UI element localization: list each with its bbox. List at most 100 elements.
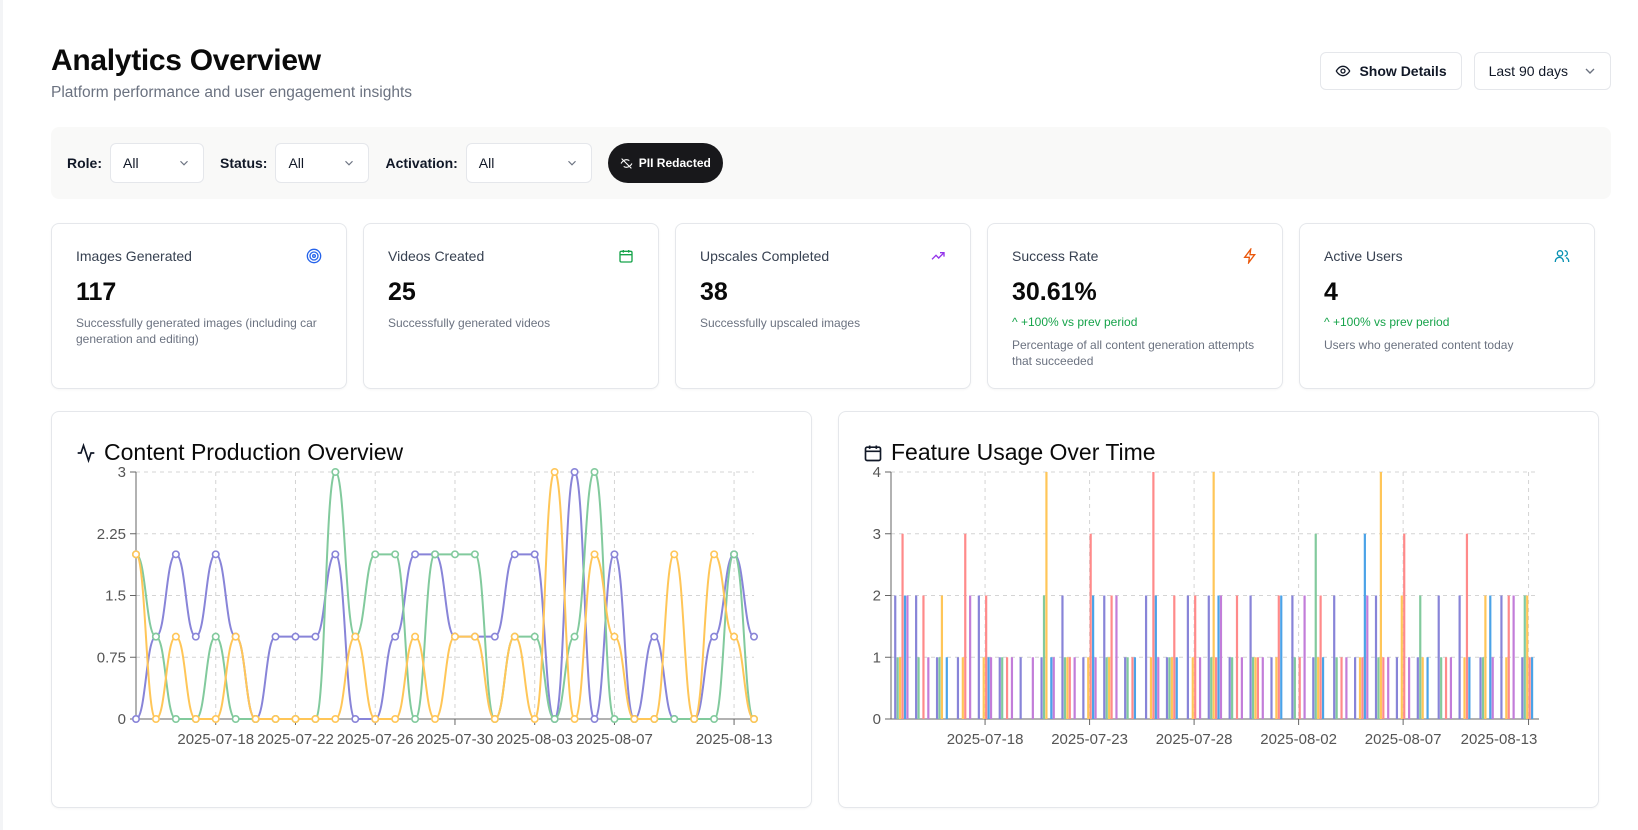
bar	[1042, 595, 1046, 719]
bar	[1374, 595, 1378, 719]
bar	[1261, 657, 1264, 719]
bar	[1154, 595, 1157, 719]
role-filter-select[interactable]: All	[110, 143, 204, 183]
bar	[1045, 472, 1048, 719]
bar	[1089, 533, 1092, 719]
bar	[1170, 657, 1173, 719]
bar	[1231, 657, 1234, 719]
data-point	[470, 632, 479, 641]
x-tick-label: 2025-07-18	[947, 731, 1024, 748]
data-point	[251, 714, 260, 723]
y-tick-label: 2	[873, 588, 881, 605]
bar	[1426, 657, 1429, 719]
bar	[1094, 657, 1097, 719]
bar	[917, 657, 920, 719]
data-point	[450, 632, 459, 641]
bar	[1400, 595, 1403, 719]
data-point	[590, 467, 599, 476]
bar	[1254, 657, 1257, 719]
bar	[938, 657, 941, 719]
eye-off-icon	[620, 157, 633, 169]
bar	[903, 595, 907, 719]
status-filter-select[interactable]: All	[275, 143, 370, 183]
eye-icon	[1336, 65, 1351, 77]
data-point	[710, 632, 719, 641]
bar	[1115, 595, 1118, 719]
data-point	[351, 714, 360, 723]
zap-icon	[1243, 248, 1256, 264]
activation-filter-label: Activation:	[385, 155, 458, 171]
bar	[1358, 657, 1362, 719]
bar	[1212, 472, 1215, 719]
bar	[1068, 657, 1071, 719]
stat-title: Active Users	[1324, 248, 1403, 264]
pii-redacted-toggle[interactable]: PII Redacted	[607, 143, 723, 183]
bar	[1335, 657, 1338, 719]
bar	[1395, 657, 1399, 719]
stat-card-images: Images Generated 117 Successfully genera…	[51, 223, 347, 389]
stat-card-active-users: Active Users 4 ^ +100% vs prev period Us…	[1299, 223, 1595, 389]
status-filter-value: All	[288, 155, 305, 171]
stat-description: Successfully generated videos	[388, 316, 551, 330]
data-point	[171, 550, 180, 559]
bar	[1505, 657, 1508, 719]
data-point	[550, 714, 559, 723]
activation-filter-select[interactable]: All	[465, 143, 592, 183]
data-point	[271, 714, 280, 723]
y-tick-label: 0	[118, 711, 126, 728]
activation-filter-value: All	[478, 155, 495, 171]
bar	[1126, 657, 1129, 719]
x-tick-label: 2025-07-18	[177, 731, 254, 748]
bar	[1361, 657, 1364, 719]
data-point	[590, 714, 599, 723]
users-icon	[1554, 250, 1570, 262]
bar	[1207, 595, 1210, 719]
bar	[989, 657, 993, 719]
bar	[1440, 657, 1443, 719]
bar	[1194, 595, 1197, 719]
date-range-select[interactable]: Last 90 days	[1473, 52, 1611, 90]
status-filter-label: Status:	[220, 155, 268, 171]
data-point	[510, 550, 519, 559]
bar	[1152, 472, 1155, 719]
bar	[1175, 657, 1178, 719]
bar	[1186, 595, 1189, 719]
pii-redacted-label: PII Redacted	[638, 156, 711, 170]
data-point	[650, 714, 659, 723]
data-point	[630, 714, 639, 723]
header-actions: Show Details Last 90 days	[1320, 52, 1611, 90]
data-point	[490, 714, 499, 723]
data-point	[411, 714, 420, 723]
bar	[1354, 657, 1357, 719]
bar	[1379, 472, 1382, 719]
stat-title: Success Rate	[1012, 248, 1099, 264]
show-details-button[interactable]: Show Details	[1320, 52, 1462, 90]
data-point	[191, 632, 200, 641]
bar	[1319, 595, 1322, 719]
data-point	[291, 714, 300, 723]
bar	[1500, 595, 1503, 719]
data-point	[171, 632, 180, 641]
bar	[1277, 595, 1280, 719]
bar	[1449, 657, 1453, 719]
data-point	[470, 550, 479, 559]
data-point	[391, 632, 400, 641]
data-point	[570, 714, 579, 723]
bar	[1157, 657, 1160, 719]
bar	[969, 595, 972, 719]
bar	[1317, 657, 1320, 719]
data-point	[749, 632, 758, 641]
bar	[1345, 657, 1348, 719]
stat-title: Images Generated	[76, 248, 192, 264]
bar	[896, 657, 899, 719]
bar	[1063, 657, 1066, 719]
data-point	[171, 714, 180, 723]
data-point	[650, 632, 659, 641]
data-point	[211, 632, 220, 641]
bar	[1484, 595, 1487, 719]
bar	[1235, 595, 1239, 719]
content-production-panel: Content Production Overview 0 0.75 1.5 2.25…	[51, 411, 812, 808]
data-point	[450, 550, 459, 559]
stat-card-upscales: Upscales Completed 38 Successfully upsca…	[675, 223, 971, 389]
bar	[901, 533, 904, 719]
